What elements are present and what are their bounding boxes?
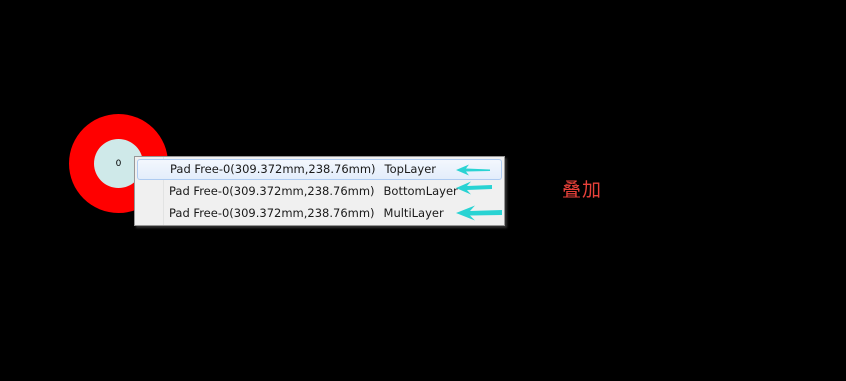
menu-item-layer: MultiLayer <box>383 206 444 220</box>
arrow-left-icon <box>456 205 502 221</box>
annotation-label: 叠加 <box>562 179 603 201</box>
arrow-left-icon <box>456 164 490 176</box>
arrow-left-icon <box>456 181 492 195</box>
menu-item-toplayer-pad[interactable]: Pad Free-0(309.372mm,238.76mm) TopLayer <box>137 159 502 180</box>
menu-item-label: Pad Free-0(309.372mm,238.76mm) <box>169 184 375 198</box>
pad-designator: 0 <box>115 158 122 169</box>
menu-item-multilayer-pad[interactable]: Pad Free-0(309.372mm,238.76mm) MultiLayer <box>137 203 502 224</box>
menu-item-layer: TopLayer <box>384 162 437 176</box>
pcb-canvas[interactable]: 0 Pad Free-0(309.372mm,238.76mm) TopLayer… <box>0 0 846 381</box>
menu-item-label: Pad Free-0(309.372mm,238.76mm) <box>169 206 375 220</box>
menu-item-label: Pad Free-0(309.372mm,238.76mm) <box>170 162 376 176</box>
menu-item-bottomlayer-pad[interactable]: Pad Free-0(309.372mm,238.76mm) BottomLaye… <box>137 181 502 202</box>
menu-item-layer: BottomLayer <box>383 184 458 198</box>
pad-selection-context-menu: Pad Free-0(309.372mm,238.76mm) TopLayer P… <box>134 156 505 226</box>
